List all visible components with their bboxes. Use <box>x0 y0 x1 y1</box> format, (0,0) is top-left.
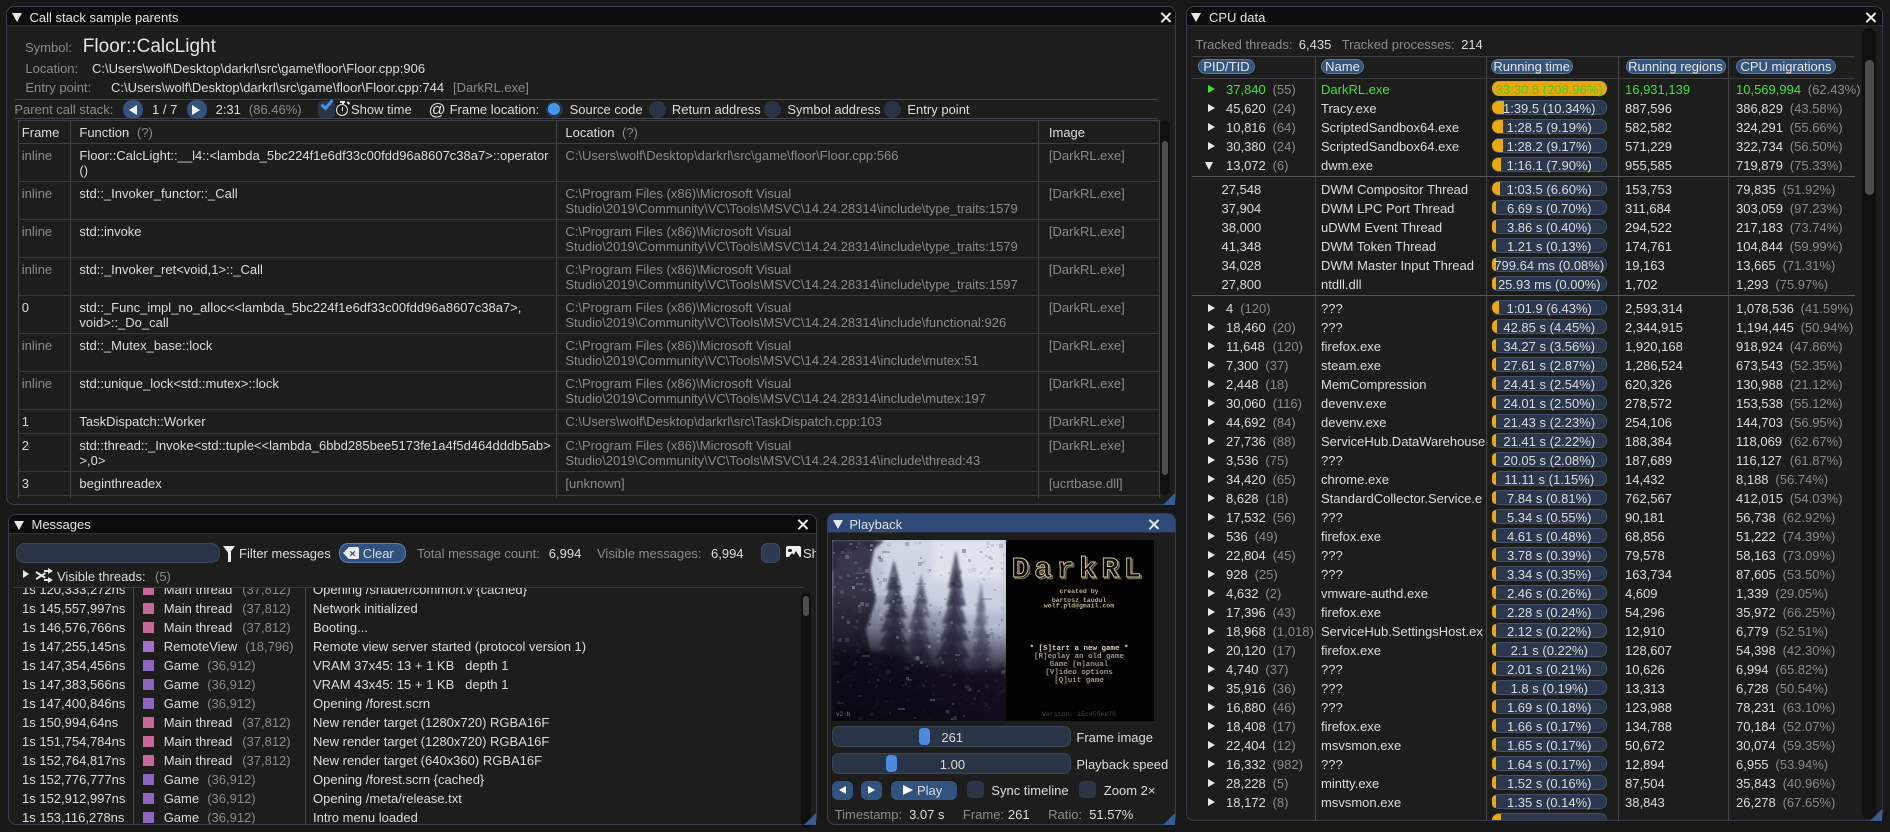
svg-text:Game [m]anual: Game [m]anual <box>1050 661 1109 669</box>
svg-text:created by: created by <box>1059 588 1098 595</box>
svg-text:[Q]uit game: [Q]uit game <box>1054 677 1104 685</box>
svg-text:[V]ideo options: [V]ideo options <box>1045 669 1113 677</box>
svg-text:DarkRL: DarkRL <box>1012 553 1146 586</box>
svg-text:wolf.pld@gmail.com: wolf.pld@gmail.com <box>1044 603 1114 610</box>
svg-text:v2 b: v2 b <box>836 711 851 718</box>
svg-text:[R]eplay an old game: [R]eplay an old game <box>1034 653 1125 661</box>
svg-text:* [S]tart a new game *: * [S]tart a new game * <box>1029 645 1128 653</box>
svg-text:Version: 15c455ee76: Version: 15c455ee76 <box>1042 711 1116 718</box>
